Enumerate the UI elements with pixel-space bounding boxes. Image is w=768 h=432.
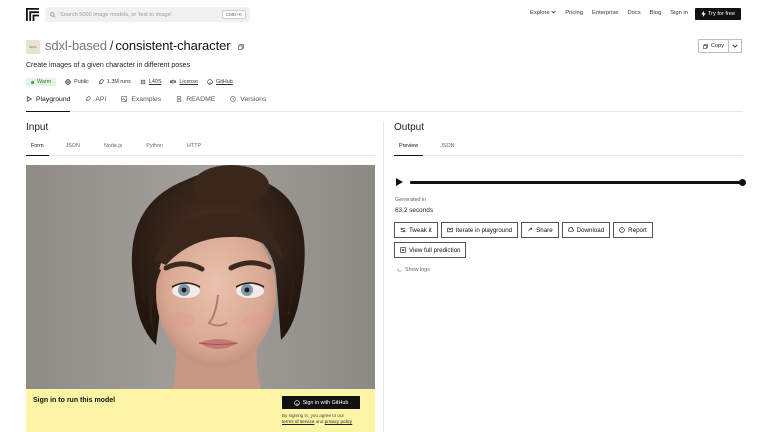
rocket-icon (98, 79, 104, 85)
download-button[interactable]: Download (561, 222, 611, 238)
nav-blog[interactable]: Blog (650, 10, 662, 16)
status-dot-icon (31, 80, 34, 84)
signin-banner: Sign in to run this model Sign in with G… (26, 389, 375, 432)
model-meta-row: Warm Public 1.3M runs L40S License GitHu… (26, 78, 233, 86)
progress-handle[interactable] (739, 178, 746, 186)
pane-divider (383, 122, 384, 432)
privacy-link[interactable]: privacy policy (325, 419, 353, 424)
tab-python[interactable]: Python (141, 142, 168, 156)
balance-icon (170, 79, 177, 85)
tab-playground[interactable]: Playground (26, 96, 71, 112)
nav-sign-in[interactable]: Sign in (670, 10, 688, 16)
play-icon (26, 96, 32, 102)
try-for-free-label: Try for free (707, 11, 736, 17)
tab-examples[interactable]: Examples (121, 96, 176, 112)
globe-icon (65, 79, 71, 85)
tab-form[interactable]: Form (26, 142, 49, 156)
iterate-button[interactable]: Iterate in playground (440, 222, 519, 238)
terminal-icon (447, 227, 453, 233)
cloud-download-icon (567, 227, 574, 232)
try-for-free-button[interactable]: Try for free (695, 8, 741, 20)
copy-icon[interactable] (238, 43, 244, 50)
model-avatar: SDXL (26, 40, 40, 54)
share-icon (528, 227, 533, 231)
share-button[interactable]: Share (521, 222, 559, 238)
image-icon (121, 96, 128, 102)
signin-agreement: By signing in, you agree to our terms of… (282, 413, 353, 424)
model-description: Create images of a given character in di… (26, 62, 191, 69)
top-nav: Search 5000 image models, or 'text to im… (0, 0, 768, 28)
generated-label: Generated in (395, 197, 427, 203)
github-link[interactable]: GitHub (207, 79, 233, 85)
search-input[interactable]: Search 5000 image models, or 'text to im… (45, 7, 250, 22)
report-button[interactable]: Report (613, 222, 653, 238)
full-prediction-row: View full prediction (394, 242, 467, 258)
nav-pricing[interactable]: Pricing (565, 10, 583, 16)
search-placeholder: Search 5000 image models, or 'text to im… (60, 11, 172, 18)
input-title: Input (26, 122, 49, 133)
show-logs-toggle[interactable]: Show logs (397, 267, 430, 273)
media-player (396, 177, 746, 187)
nav-docs[interactable]: Docs (627, 10, 640, 16)
replicate-logo-icon[interactable] (26, 8, 39, 21)
github-icon (207, 79, 213, 85)
alert-icon (619, 227, 625, 233)
title-separator: / (109, 38, 114, 53)
terms-link[interactable]: terms of service (282, 419, 314, 424)
copy-dropdown-button[interactable] (729, 39, 742, 53)
input-image (26, 165, 375, 389)
copy-button[interactable]: Copy (698, 39, 729, 53)
tab-readme[interactable]: README (176, 96, 230, 112)
model-tabs: Playground API Examples README Versions (26, 96, 743, 112)
output-title: Output (394, 122, 425, 133)
view-full-prediction-button[interactable]: View full prediction (394, 242, 467, 258)
tab-nodejs[interactable]: Node.js (99, 142, 127, 156)
chip-icon (140, 79, 145, 85)
chevron-down-icon (551, 10, 556, 14)
hardware[interactable]: L40S (140, 79, 161, 85)
signin-github-button[interactable]: Sign in with GitHub (282, 396, 360, 409)
copy-icon (703, 43, 708, 49)
copy-label: Copy (710, 43, 725, 49)
github-icon (293, 399, 300, 406)
rocket-icon (86, 96, 92, 102)
tab-versions[interactable]: Versions (230, 96, 281, 112)
nav-links: Explore Pricing Enterprise Docs Blog Sig… (530, 10, 688, 16)
list-icon (400, 247, 406, 253)
status-badge: Warm (26, 78, 57, 86)
progress-track[interactable] (410, 181, 742, 184)
model-owner-link[interactable]: sdxl-based (45, 38, 107, 53)
chevron-down-icon (732, 44, 738, 48)
tab-output-json[interactable]: JSON (435, 142, 459, 156)
play-icon[interactable] (396, 178, 403, 186)
model-name: consistent-character (115, 38, 231, 53)
search-icon (50, 11, 56, 18)
signin-prompt: Sign in to run this model (33, 397, 116, 404)
license-link[interactable]: License (170, 79, 198, 85)
sliders-icon (400, 227, 406, 233)
history-icon (230, 96, 236, 102)
tab-http[interactable]: HTTP (182, 142, 206, 156)
output-subtabs: Preview JSON (394, 142, 743, 156)
tweak-button[interactable]: Tweak it (394, 222, 438, 238)
visibility: Public (65, 79, 89, 85)
bolt-icon (701, 11, 706, 17)
corner-down-right-icon (397, 268, 402, 271)
portrait-image (26, 165, 375, 389)
nav-explore[interactable]: Explore (530, 10, 556, 16)
page-title: sdxl-based / consistent-character (45, 38, 244, 53)
output-actions: Tweak it Iterate in playground Share Dow… (394, 222, 653, 238)
tab-api[interactable]: API (85, 96, 121, 112)
input-subtabs: Form JSON Node.js Python HTTP (26, 142, 375, 156)
run-count: 1.3M runs (98, 79, 131, 85)
generated-time: 63.2 seconds (395, 207, 434, 214)
tab-json[interactable]: JSON (61, 142, 85, 156)
nav-enterprise[interactable]: Enterprise (592, 10, 618, 16)
tab-preview[interactable]: Preview (394, 142, 424, 156)
search-shortcut-badge: CMD+K (221, 10, 246, 19)
document-icon (177, 96, 182, 102)
